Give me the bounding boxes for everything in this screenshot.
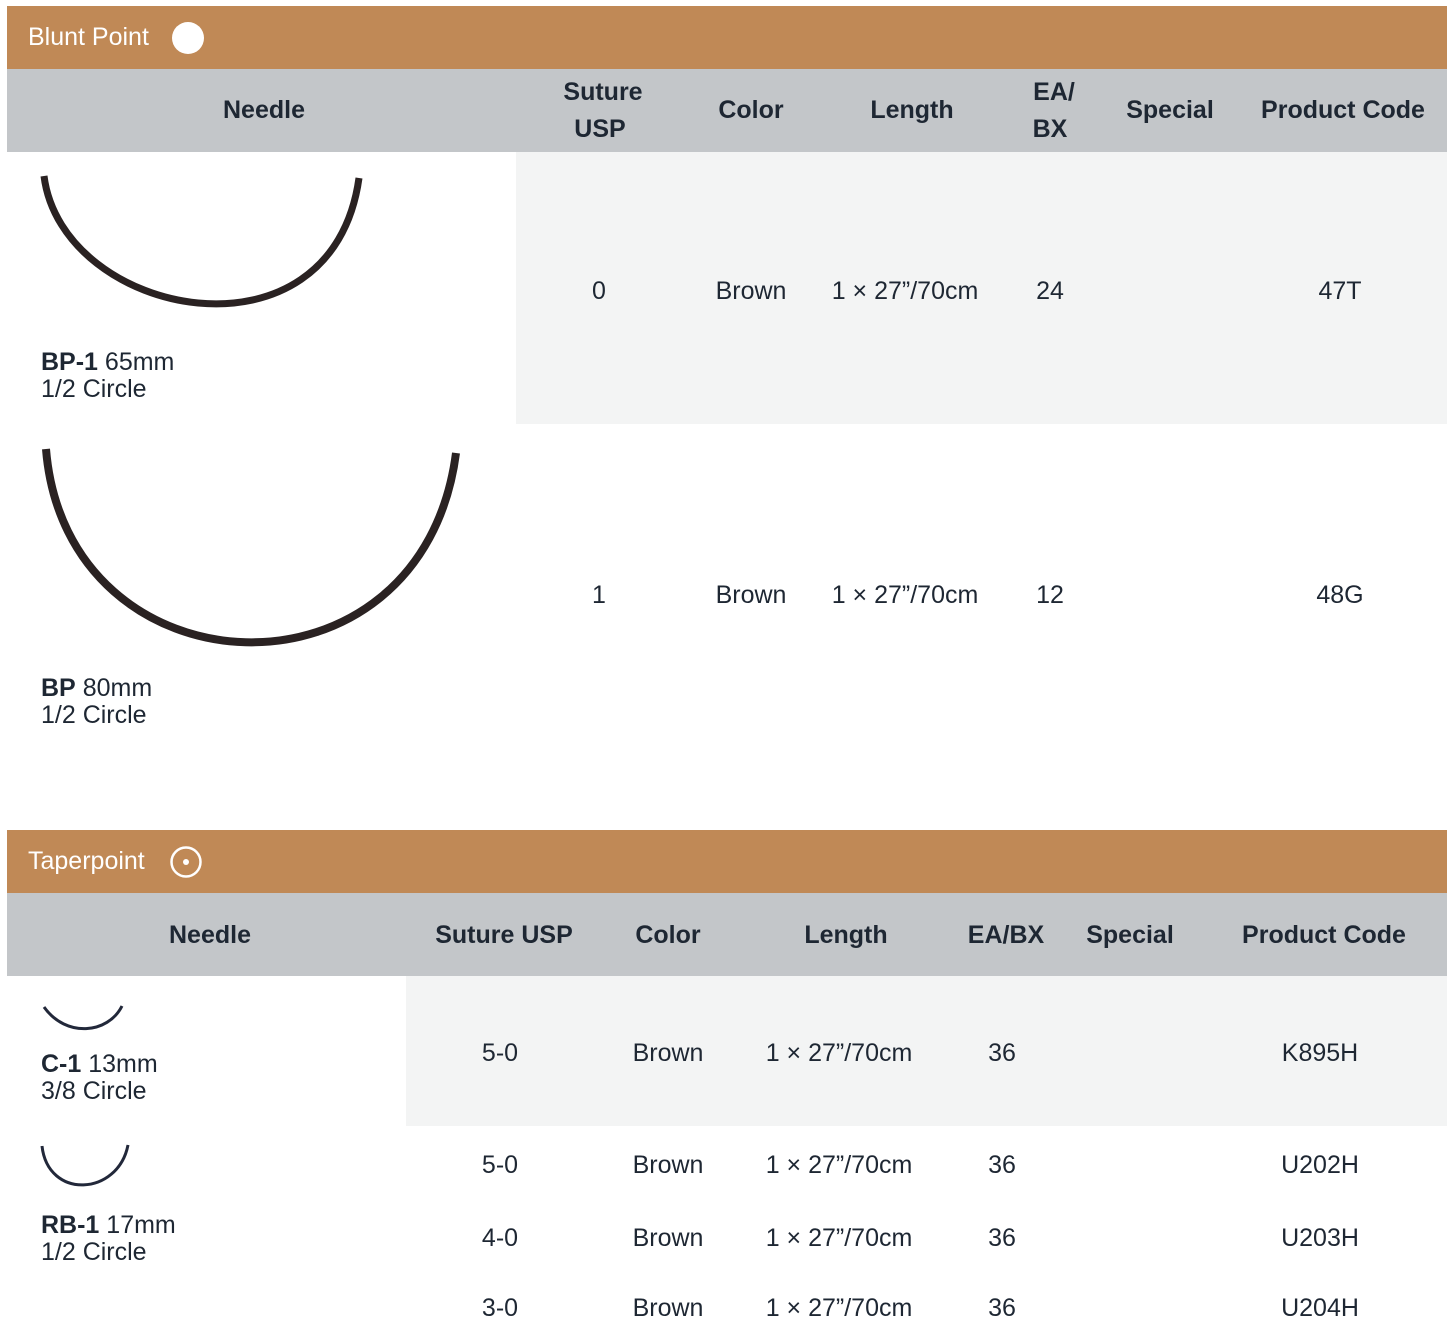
- needle-label-bp: BP 80mm 1/2 Circle: [41, 675, 152, 729]
- cell-product-code: 47T: [1318, 277, 1362, 305]
- cell-suture-usp: 3-0: [481, 1294, 519, 1322]
- cell-color: Brown: [715, 277, 787, 305]
- cell-length: 1 × 27”/70cm: [831, 277, 979, 305]
- cell-color: Brown: [632, 1294, 704, 1322]
- header-color: Color: [718, 96, 784, 124]
- cell-suture-usp: 1: [592, 581, 606, 609]
- header-special: Special: [1126, 96, 1214, 124]
- header-ea-bx-line2: BX: [1032, 115, 1068, 143]
- cell-product-code: U203H: [1281, 1224, 1359, 1252]
- needle-label-bp-1: BP-1 65mm 1/2 Circle: [41, 349, 174, 403]
- needle-label-rb-1: RB-1 17mm 1/2 Circle: [41, 1212, 176, 1266]
- header-special: Special: [1086, 921, 1174, 949]
- cell-length: 1 × 27”/70cm: [765, 1224, 913, 1252]
- cell-product-code: U204H: [1281, 1294, 1359, 1322]
- needle-shape: 3/8 Circle: [41, 1077, 147, 1105]
- header-ea-bx-line1: EA/: [1033, 78, 1075, 106]
- needle-code: RB-1: [41, 1211, 100, 1239]
- cell-suture-usp: 5-0: [481, 1151, 519, 1179]
- section-title: Blunt Point: [28, 23, 149, 51]
- needle-size: 17mm: [106, 1211, 176, 1239]
- cell-suture-usp: 4-0: [481, 1224, 519, 1252]
- cell-product-code: U202H: [1281, 1151, 1359, 1179]
- header-suture-usp-line1: Suture: [563, 78, 643, 106]
- cell-ea-bx: 36: [988, 1151, 1016, 1179]
- needle-shape: 1/2 Circle: [41, 701, 147, 729]
- cell-length: 1 × 27”/70cm: [765, 1151, 913, 1179]
- section-band-taperpoint: Taperpoint: [7, 830, 1447, 893]
- cell-color: Brown: [632, 1224, 704, 1252]
- section-band-blunt-point: Blunt Point: [7, 6, 1447, 69]
- header-color: Color: [635, 921, 701, 949]
- needle-rb-1-icon: [40, 1144, 130, 1187]
- cell-color: Brown: [715, 581, 787, 609]
- row-shade: [516, 152, 1447, 424]
- cell-ea-bx: 36: [988, 1294, 1016, 1322]
- table-header: Needle Suture USP Color Length EA/BX Spe…: [7, 893, 1447, 976]
- header-suture-usp-line2: USP: [574, 115, 626, 143]
- needle-size: 80mm: [82, 674, 153, 702]
- cell-ea-bx: 12: [1036, 581, 1064, 609]
- cell-product-code: 48G: [1316, 581, 1364, 609]
- needle-code: BP: [41, 674, 76, 702]
- cell-product-code: K895H: [1281, 1039, 1359, 1067]
- cell-ea-bx: 24: [1036, 277, 1064, 305]
- header-length: Length: [804, 921, 888, 949]
- header-needle: Needle: [223, 96, 305, 124]
- header-product-code: Product Code: [1242, 921, 1406, 949]
- cell-suture-usp: 5-0: [481, 1039, 519, 1067]
- header-length: Length: [870, 96, 954, 124]
- cell-ea-bx: 36: [988, 1039, 1016, 1067]
- cell-length: 1 × 27”/70cm: [765, 1039, 913, 1067]
- header-ea-bx: EA/BX: [967, 921, 1045, 949]
- needle-shape: 1/2 Circle: [41, 375, 147, 403]
- needle-label-c-1: C-1 13mm 3/8 Circle: [41, 1051, 158, 1105]
- cell-color: Brown: [632, 1151, 704, 1179]
- header-product-code: Product Code: [1261, 96, 1425, 124]
- cell-length: 1 × 27”/70cm: [765, 1294, 913, 1322]
- needle-shape: 1/2 Circle: [41, 1238, 147, 1266]
- circle-dot-icon: [170, 846, 202, 878]
- needle-size: 65mm: [104, 348, 175, 376]
- table-header: Needle Suture USP Color Length EA/ BX Sp…: [7, 69, 1447, 152]
- solid-circle-icon: [172, 22, 204, 54]
- header-needle: Needle: [169, 921, 251, 949]
- cell-ea-bx: 36: [988, 1224, 1016, 1252]
- cell-suture-usp: 0: [592, 277, 606, 305]
- cell-length: 1 × 27”/70cm: [831, 581, 979, 609]
- needle-code: C-1: [41, 1050, 82, 1078]
- needle-code: BP-1: [41, 348, 98, 376]
- needle-size: 13mm: [88, 1050, 158, 1078]
- cell-color: Brown: [632, 1039, 704, 1067]
- header-suture-usp: Suture USP: [435, 921, 573, 949]
- section-title: Taperpoint: [28, 847, 145, 875]
